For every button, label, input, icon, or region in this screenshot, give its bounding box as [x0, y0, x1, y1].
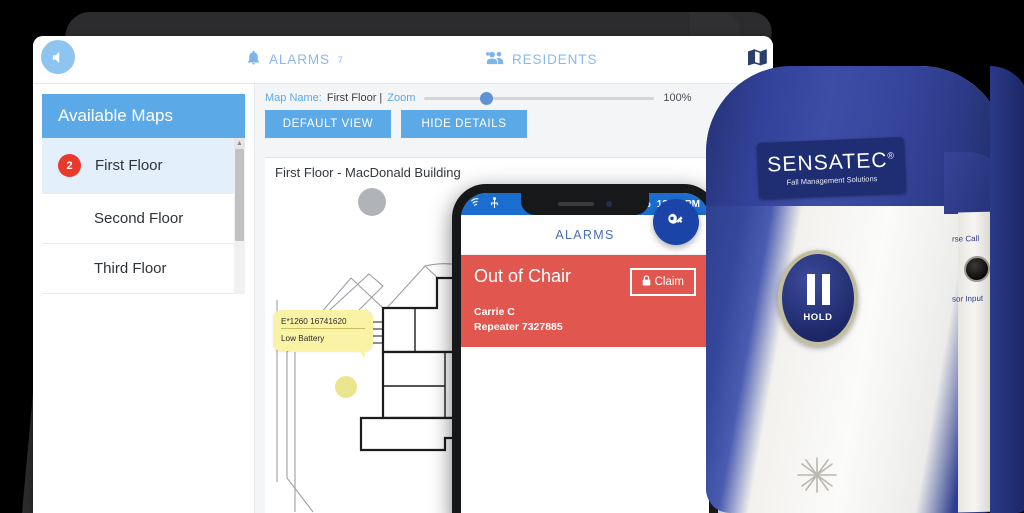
- scrollbar-thumb[interactable]: [235, 149, 244, 241]
- sidebar-item-first-floor[interactable]: 2 First Floor: [42, 138, 245, 194]
- device-label-sensor-input: sor Input: [952, 293, 984, 304]
- bell-icon: [245, 49, 262, 71]
- map-marker-low-battery[interactable]: [335, 376, 357, 398]
- sidebar: Available Maps 2 First Floor Second Floo…: [33, 84, 255, 513]
- sidebar-item-label: Third Floor: [94, 260, 167, 277]
- hold-button-label: HOLD: [803, 311, 833, 323]
- zoom-label: Zoom: [387, 92, 416, 104]
- sidebar-item-third-floor[interactable]: Third Floor: [42, 244, 245, 294]
- map-list: 2 First Floor Second Floor Third Floor ▲: [42, 138, 245, 294]
- claim-button[interactable]: Claim: [629, 268, 696, 296]
- scroll-up-icon[interactable]: ▲: [234, 138, 245, 149]
- map-name-label: Map Name:: [265, 92, 322, 104]
- volume-icon[interactable]: [41, 40, 75, 74]
- phone-appbar-title: ALARMS: [555, 227, 615, 242]
- callout-status: Low Battery: [281, 334, 325, 343]
- map-name-value: First Floor |: [326, 92, 383, 104]
- screenshot-stage: ALARMS 7 RESIDENTS Available Maps 2 Firs…: [0, 0, 1024, 513]
- phone-appbar: ALARMS: [461, 199, 709, 255]
- map-callout-tooltip: E*1260 16741620 Low Battery: [273, 310, 373, 358]
- alarm-repeater-id: Repeater 7327885: [474, 321, 563, 333]
- sidebar-item-second-floor[interactable]: Second Floor: [42, 194, 245, 244]
- nav-label-alarms: ALARMS: [269, 52, 330, 67]
- device-right-shell: [990, 66, 1024, 513]
- phone-device: 100% 12:36 PM ALARMS Out of Chair: [452, 184, 718, 513]
- alarm-resident-name: Carrie C: [474, 306, 515, 318]
- device-label-nurse-call: rse Call: [952, 233, 980, 244]
- earpiece-speaker-icon: [558, 202, 594, 206]
- claim-button-label: Claim: [654, 276, 684, 288]
- status-badge: 2: [58, 154, 81, 177]
- zoom-slider-knob[interactable]: [480, 91, 494, 105]
- pause-icon: [806, 273, 830, 305]
- alarm-title: Out of Chair: [474, 266, 572, 286]
- sidebar-title: Available Maps: [42, 94, 245, 138]
- default-view-button[interactable]: DEFAULT VIEW: [265, 110, 391, 138]
- alarms-count-sup: 7: [337, 54, 343, 65]
- app-header: ALARMS 7 RESIDENTS: [33, 36, 773, 84]
- people-icon: [485, 49, 505, 71]
- nav-item-alarms[interactable]: ALARMS 7: [245, 49, 343, 71]
- map-canvas-title: First Floor - MacDonald Building: [275, 165, 461, 180]
- phone-screen: 100% 12:36 PM ALARMS Out of Chair: [461, 193, 709, 513]
- zoom-slider[interactable]: [424, 91, 655, 105]
- hide-details-button[interactable]: HIDE DETAILS: [401, 110, 527, 138]
- front-camera-icon: [606, 201, 612, 207]
- alarm-card-top: Out of Chair Claim: [474, 266, 696, 296]
- map-toolbar-buttons: DEFAULT VIEW HIDE DETAILS: [265, 110, 763, 138]
- zoom-percent: 100%: [663, 92, 692, 104]
- usb-icon: [490, 196, 499, 212]
- nurse-call-port[interactable]: [964, 255, 990, 283]
- sidebar-item-label: First Floor: [95, 157, 163, 174]
- key-icon[interactable]: [653, 199, 699, 245]
- map-info-line: Map Name: First Floor | Zoom 100%: [265, 91, 763, 105]
- alarm-card[interactable]: Out of Chair Claim Carrie C Repeater 732…: [461, 255, 709, 347]
- callout-device-id: E*1260 16741620: [281, 317, 365, 329]
- device-speaker-grille: [797, 457, 837, 493]
- callout-tail: [356, 348, 365, 358]
- sensatec-device: SENSATEC® Fall Management Solutions HOLD…: [706, 66, 1024, 513]
- registered-mark: ®: [887, 150, 896, 161]
- lock-icon: [642, 275, 651, 289]
- status-bar-left: [470, 196, 499, 212]
- nav-label-residents: RESIDENTS: [512, 52, 598, 67]
- hold-button[interactable]: HOLD: [778, 250, 858, 346]
- nav-item-residents[interactable]: RESIDENTS: [485, 49, 597, 71]
- sidebar-item-label: Second Floor: [94, 210, 184, 227]
- wifi-signal-icon: [470, 197, 483, 211]
- map-toolbar: Map Name: First Floor | Zoom 100% DEFAUL…: [255, 84, 773, 138]
- device-brand-plate: SENSATEC® Fall Management Solutions: [756, 136, 907, 200]
- phone-notch: [521, 193, 649, 215]
- sidebar-scrollbar[interactable]: ▲: [234, 138, 245, 294]
